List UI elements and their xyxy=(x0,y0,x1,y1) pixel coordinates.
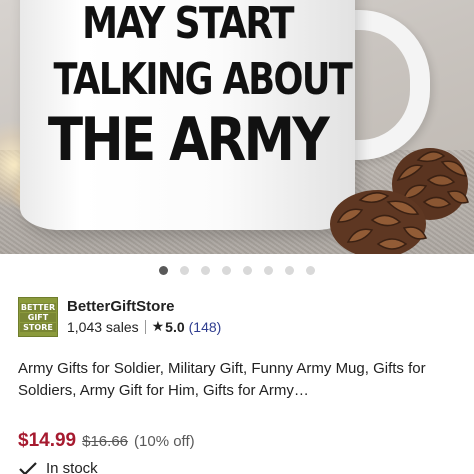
sales-count: 1,043 sales xyxy=(67,318,139,335)
shop-logo[interactable]: BETTER GIFT STORE xyxy=(18,297,58,337)
carousel-dot[interactable] xyxy=(201,266,210,275)
stock-label: In stock xyxy=(46,460,98,474)
stock-status: In stock xyxy=(18,460,98,474)
carousel-indicator xyxy=(0,266,474,278)
carousel-dot[interactable] xyxy=(243,266,252,275)
price-row: $14.99 $16.66 (10% off) xyxy=(18,430,195,452)
reviews-link[interactable]: (148) xyxy=(189,319,222,335)
carousel-dot[interactable] xyxy=(306,266,315,275)
pinecone-image xyxy=(330,190,428,254)
check-icon xyxy=(19,461,37,474)
mug-text-line: TALKING ABOUT xyxy=(53,54,353,105)
logo-text: GIFT xyxy=(20,312,56,322)
mug-text-line: MAY START xyxy=(82,0,294,49)
carousel-dot[interactable] xyxy=(180,266,189,275)
logo-text: STORE xyxy=(20,322,56,332)
star-icon: ★ xyxy=(151,318,165,334)
mug-text-line: THE ARMY xyxy=(47,105,330,175)
shop-stats: 1,043 sales ★ 5.0 (148) xyxy=(67,318,221,335)
listing-title: Army Gifts for Soldier, Military Gift, F… xyxy=(18,360,426,399)
logo-text: BETTER xyxy=(20,302,56,312)
sale-price: $14.99 xyxy=(18,430,77,451)
discount-badge: (10% off) xyxy=(134,433,195,450)
carousel-dot[interactable] xyxy=(222,266,231,275)
divider xyxy=(144,319,146,334)
shop-name-link[interactable]: BetterGiftStore xyxy=(67,298,175,315)
carousel-dot[interactable] xyxy=(264,266,273,275)
carousel-dot[interactable] xyxy=(285,266,294,275)
shop-info: BETTER GIFT STORE BetterGiftStore 1,043 … xyxy=(18,297,458,339)
carousel-dot[interactable] xyxy=(159,266,168,275)
product-image[interactable]: MAY START TALKING ABOUT THE ARMY xyxy=(0,0,474,254)
original-price: $16.66 xyxy=(82,433,129,450)
rating-value: 5.0 xyxy=(165,318,185,335)
